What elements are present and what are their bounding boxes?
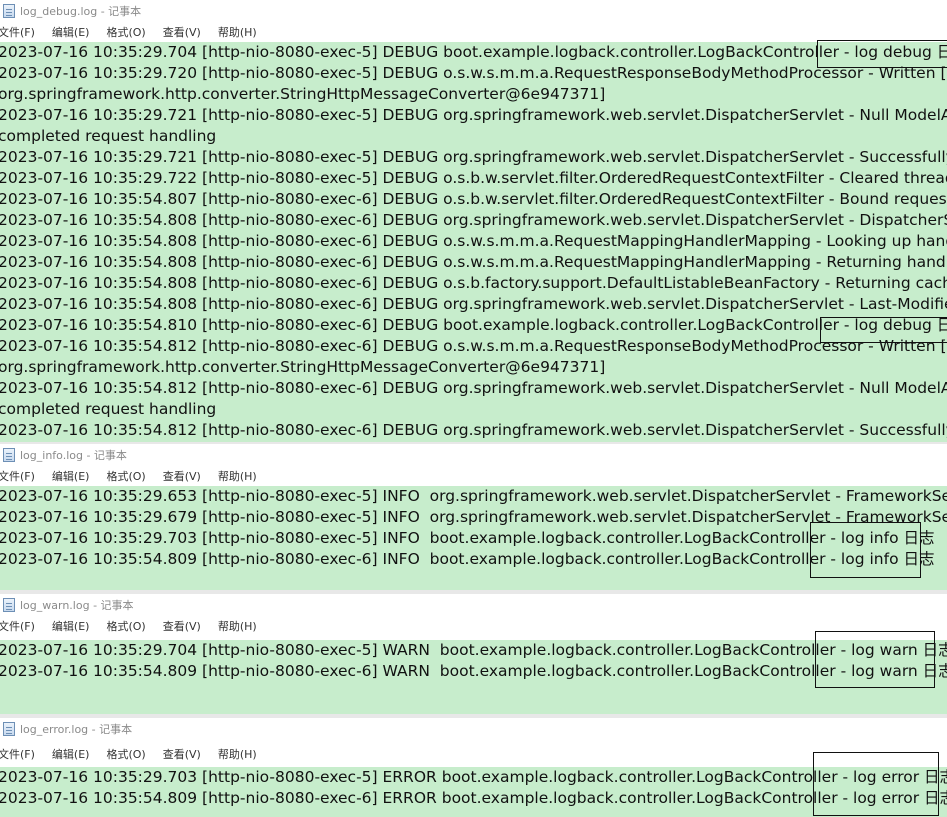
menu-help[interactable]: 帮助(H): [218, 24, 257, 40]
log-line: 2023-07-16 10:35:54.809 [http-nio-8080-e…: [0, 789, 947, 807]
log-line: org.springframework.http.converter.Strin…: [0, 358, 606, 376]
highlight-box: [820, 317, 947, 343]
log-line: 2023-07-16 10:35:54.809 [http-nio-8080-e…: [0, 550, 935, 568]
log-line: 2023-07-16 10:35:29.720 [http-nio-8080-e…: [0, 64, 947, 82]
log-line: 2023-07-16 10:35:29.703 [http-nio-8080-e…: [0, 529, 935, 547]
log-line: 2023-07-16 10:35:54.810 [http-nio-8080-e…: [0, 316, 947, 334]
log-line: 2023-07-16 10:35:54.812 [http-nio-8080-e…: [0, 337, 947, 355]
log-line: 2023-07-16 10:35:54.812 [http-nio-8080-e…: [0, 379, 947, 397]
notepad-icon: [3, 598, 15, 612]
notepad-window-info: log_info.log - 记事本 文件(F) 编辑(E) 格式(O) 查看(…: [0, 444, 947, 590]
log-line: 2023-07-16 10:35:54.809 [http-nio-8080-e…: [0, 662, 947, 680]
log-line: 2023-07-16 10:35:29.704 [http-nio-8080-e…: [0, 43, 947, 61]
menu-edit[interactable]: 编辑(E): [52, 468, 90, 484]
log-line: 2023-07-16 10:35:29.704 [http-nio-8080-e…: [0, 641, 947, 659]
log-line: 2023-07-16 10:35:29.679 [http-nio-8080-e…: [0, 508, 947, 526]
menu-view[interactable]: 查看(V): [163, 618, 201, 634]
log-line: completed request handling: [0, 127, 217, 145]
log-line: 2023-07-16 10:35:29.721 [http-nio-8080-e…: [0, 106, 947, 124]
menu-edit[interactable]: 编辑(E): [52, 746, 90, 762]
log-line: 2023-07-16 10:35:54.808 [http-nio-8080-e…: [0, 211, 947, 229]
log-line: 2023-07-16 10:35:54.807 [http-nio-8080-e…: [0, 190, 947, 208]
menu-bar: 文件(F) 编辑(E) 格式(O) 查看(V) 帮助(H): [0, 744, 947, 764]
highlight-box: [810, 522, 921, 578]
menu-bar: 文件(F) 编辑(E) 格式(O) 查看(V) 帮助(H): [0, 616, 947, 636]
menu-file[interactable]: 文件(F): [0, 618, 35, 634]
menu-format[interactable]: 格式(O): [106, 618, 145, 634]
text-editor[interactable]: 2023-07-16 10:35:29.704 [http-nio-8080-e…: [0, 42, 947, 444]
menu-bar: 文件(F) 编辑(E) 格式(O) 查看(V) 帮助(H): [0, 466, 947, 486]
menu-format[interactable]: 格式(O): [106, 746, 145, 762]
notepad-icon: [3, 4, 15, 18]
notepad-window-error: log_error.log - 记事本 文件(F) 编辑(E) 格式(O) 查看…: [0, 718, 947, 817]
title-bar[interactable]: log_info.log - 记事本: [0, 444, 947, 466]
log-line: 2023-07-16 10:35:54.808 [http-nio-8080-e…: [0, 274, 947, 292]
menu-file[interactable]: 文件(F): [0, 746, 35, 762]
log-line: 2023-07-16 10:35:29.722 [http-nio-8080-e…: [0, 169, 947, 187]
text-editor[interactable]: 2023-07-16 10:35:29.653 [http-nio-8080-e…: [0, 486, 947, 590]
title-bar[interactable]: log_error.log - 记事本: [0, 718, 947, 740]
text-editor[interactable]: 2023-07-16 10:35:29.703 [http-nio-8080-e…: [0, 767, 947, 817]
window-title: log_warn.log - 记事本: [20, 599, 134, 612]
log-line: completed request handling: [0, 400, 217, 418]
log-line: 2023-07-16 10:35:54.808 [http-nio-8080-e…: [0, 253, 947, 271]
window-title: log_error.log - 记事本: [20, 723, 133, 736]
menu-edit[interactable]: 编辑(E): [52, 24, 90, 40]
window-title: log_debug.log - 记事本: [20, 5, 142, 18]
menu-file[interactable]: 文件(F): [0, 468, 35, 484]
menu-help[interactable]: 帮助(H): [218, 618, 257, 634]
menu-view[interactable]: 查看(V): [163, 468, 201, 484]
log-line: org.springframework.http.converter.Strin…: [0, 85, 606, 103]
notepad-window-warn: log_warn.log - 记事本 文件(F) 编辑(E) 格式(O) 查看(…: [0, 594, 947, 714]
title-bar[interactable]: log_debug.log - 记事本: [0, 0, 947, 22]
menu-help[interactable]: 帮助(H): [218, 468, 257, 484]
menu-format[interactable]: 格式(O): [106, 24, 145, 40]
log-line: 2023-07-16 10:35:29.653 [http-nio-8080-e…: [0, 487, 947, 505]
notepad-icon: [3, 448, 15, 462]
menu-file[interactable]: 文件(F): [0, 24, 35, 40]
menu-edit[interactable]: 编辑(E): [52, 618, 90, 634]
notepad-icon: [3, 722, 15, 736]
log-line: 2023-07-16 10:35:29.721 [http-nio-8080-e…: [0, 148, 947, 166]
highlight-box: [815, 631, 935, 688]
title-bar[interactable]: log_warn.log - 记事本: [0, 594, 947, 616]
menu-view[interactable]: 查看(V): [163, 746, 201, 762]
menu-bar: 文件(F) 编辑(E) 格式(O) 查看(V) 帮助(H): [0, 22, 947, 42]
text-editor[interactable]: 2023-07-16 10:35:29.704 [http-nio-8080-e…: [0, 640, 947, 714]
log-line: 2023-07-16 10:35:54.812 [http-nio-8080-e…: [0, 421, 947, 439]
menu-view[interactable]: 查看(V): [163, 24, 201, 40]
highlight-box: [813, 752, 939, 816]
highlight-box: [817, 40, 947, 68]
menu-help[interactable]: 帮助(H): [218, 746, 257, 762]
log-line: 2023-07-16 10:35:54.808 [http-nio-8080-e…: [0, 232, 947, 250]
log-line: 2023-07-16 10:35:54.808 [http-nio-8080-e…: [0, 295, 947, 313]
window-title: log_info.log - 记事本: [20, 449, 127, 462]
menu-format[interactable]: 格式(O): [106, 468, 145, 484]
notepad-window-debug: log_debug.log - 记事本 文件(F) 编辑(E) 格式(O) 查看…: [0, 0, 947, 444]
log-line: 2023-07-16 10:35:29.703 [http-nio-8080-e…: [0, 768, 947, 786]
